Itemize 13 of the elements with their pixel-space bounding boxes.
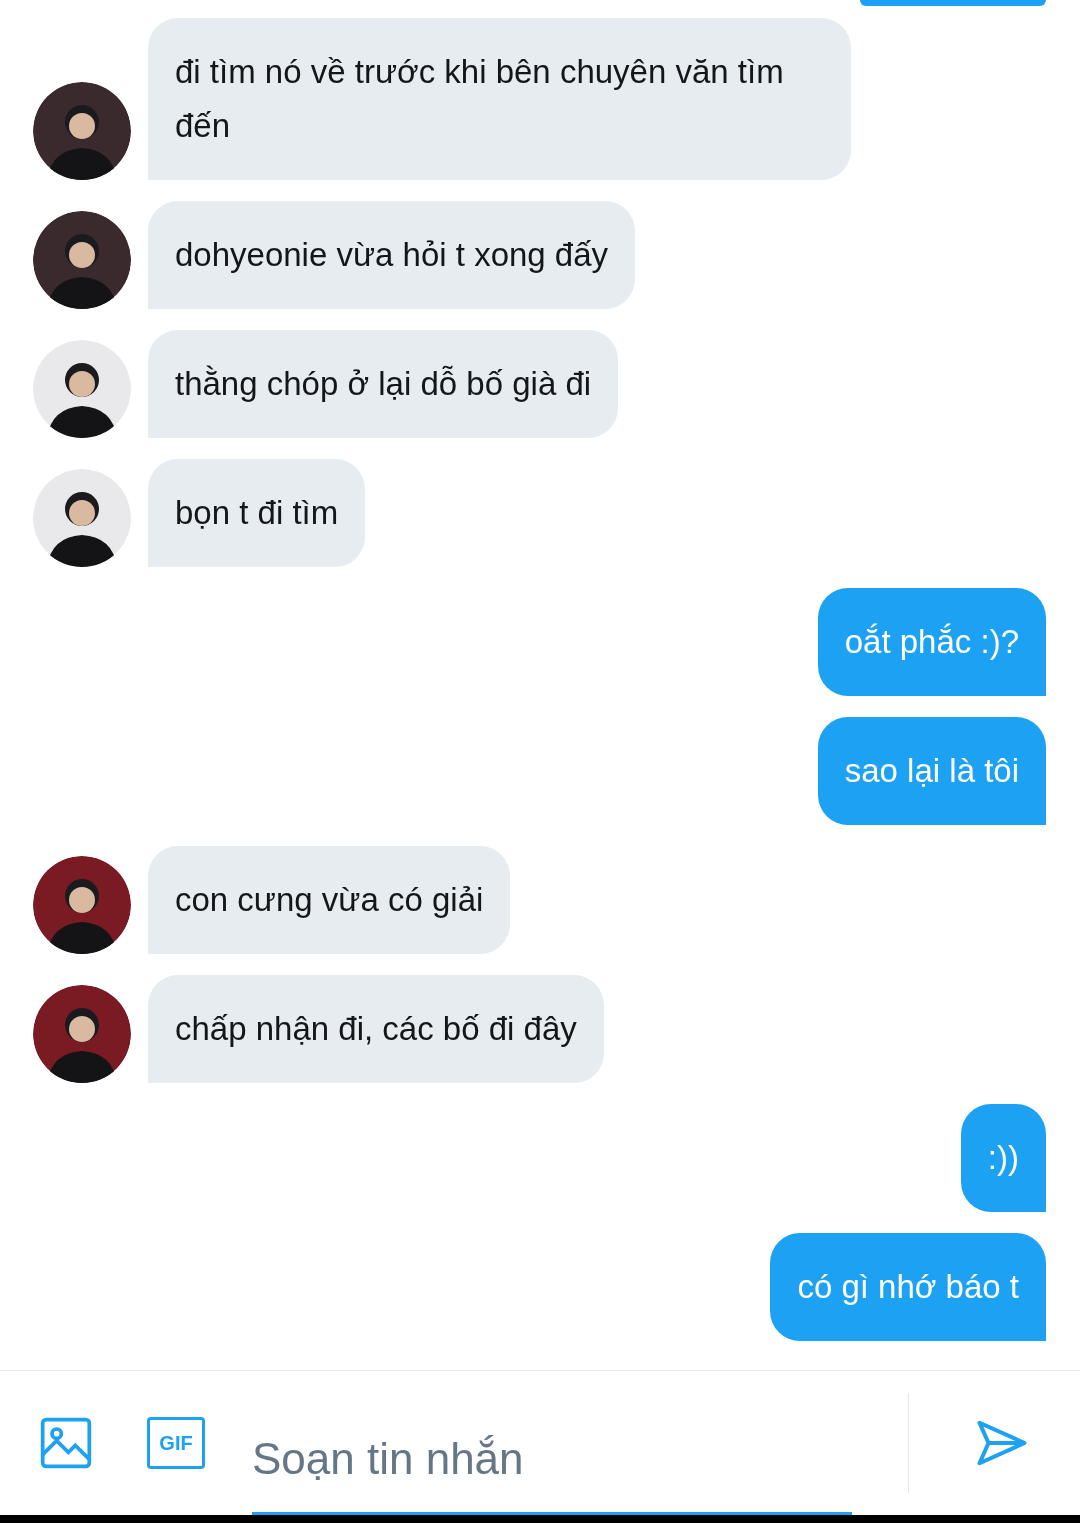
image-icon[interactable] (38, 1415, 94, 1471)
message-bubble: đi tìm nó về trước khi bên chuyên văn tìm đến (148, 18, 851, 180)
message-bubble: chấp nhận đi, các bố đi đây (148, 975, 604, 1083)
message-bubble: oắt phắc :)? (817, 588, 1046, 696)
message-bubble: thằng chóp ở lại dỗ bố già đi (148, 330, 619, 438)
message-input[interactable]: Soạn tin nhắn (252, 1425, 852, 1492)
message-bubble: dohyeonie vừa hỏi t xong đấy (148, 201, 636, 309)
message-bubble: :)) (960, 1104, 1046, 1212)
message-bubble: có gì nhớ báo t (770, 1233, 1046, 1341)
message-bubble: sao lại là tôi (817, 717, 1046, 825)
gif-button[interactable]: GIF (147, 1417, 205, 1469)
message-bubble: con cưng vừa có giải (148, 846, 511, 954)
message-bubble: bọn t đi tìm (148, 459, 366, 567)
